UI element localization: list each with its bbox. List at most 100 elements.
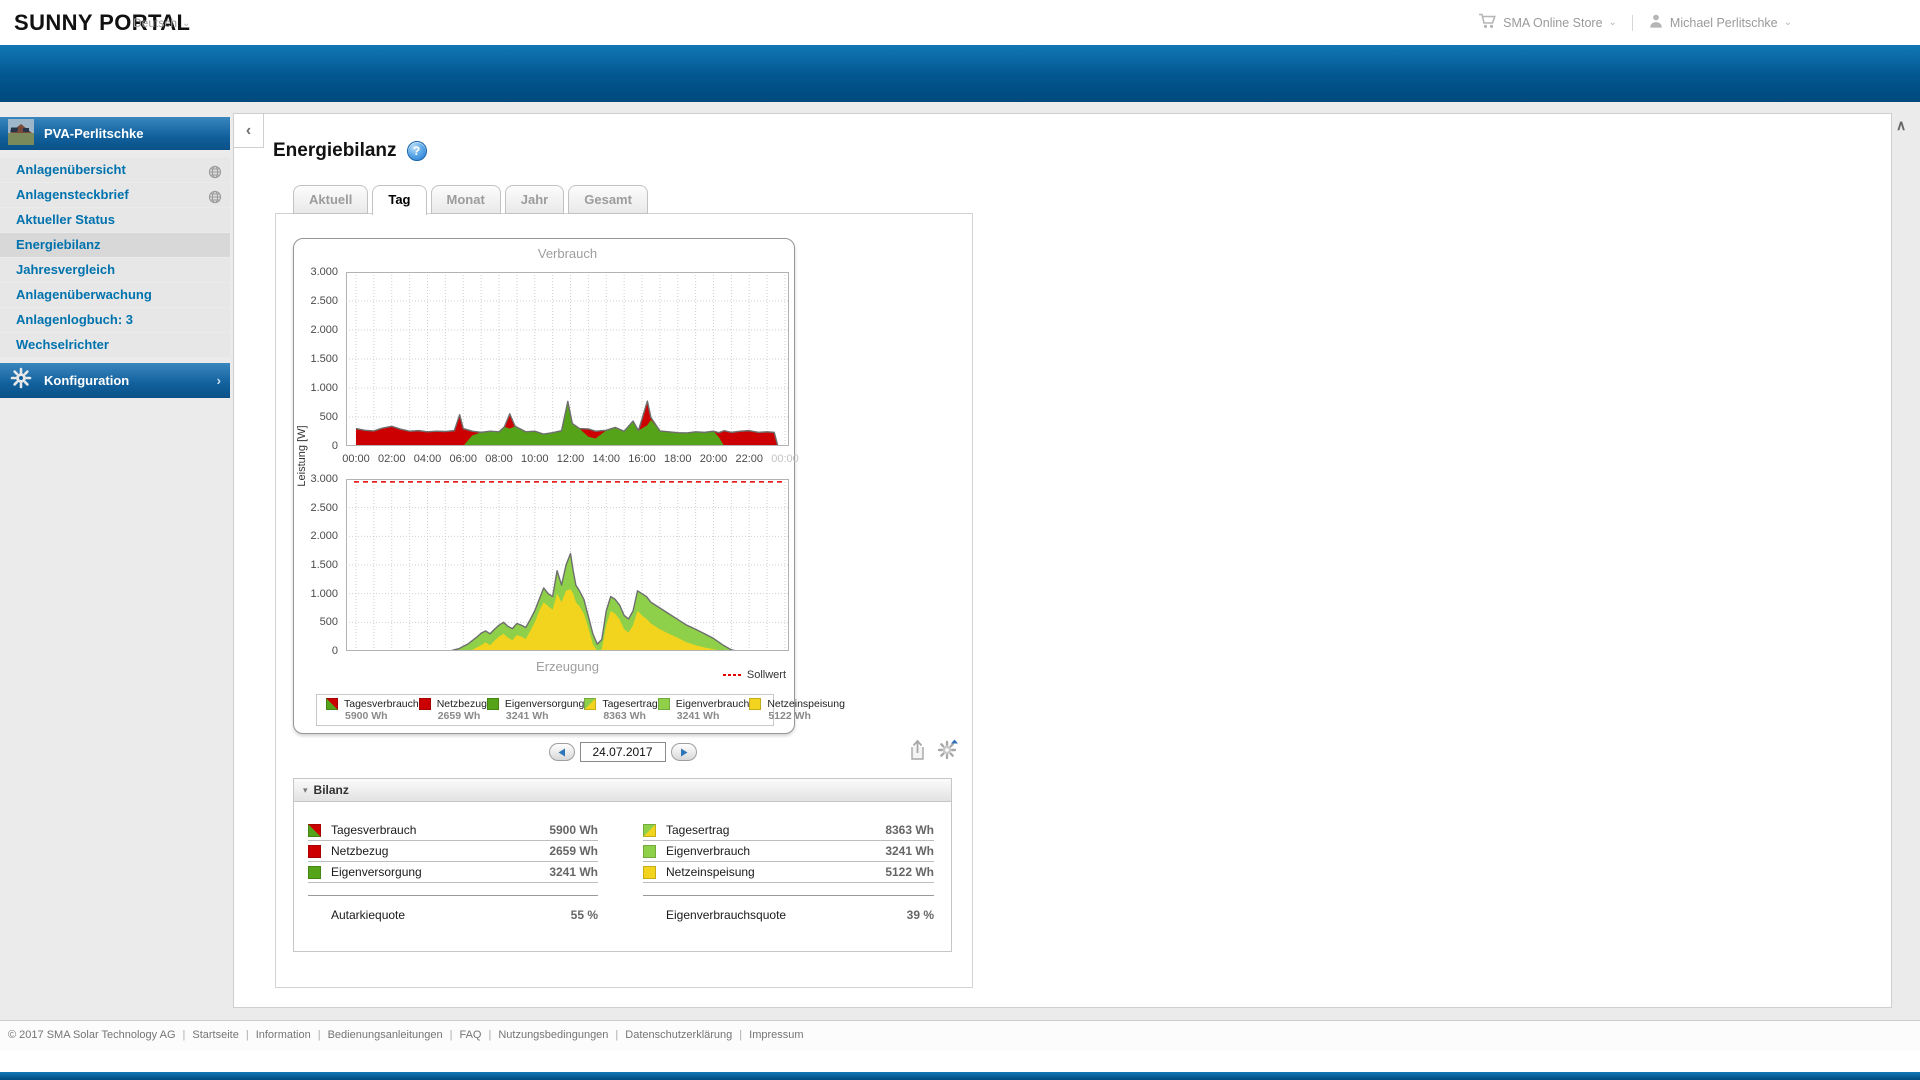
konfiguration-label: Konfiguration	[44, 373, 130, 388]
tab-aktuell[interactable]: Aktuell	[293, 185, 369, 214]
y-tick-label: 2.000	[310, 530, 338, 543]
x-tick-label: 18:00	[663, 453, 692, 465]
export-icon[interactable]	[908, 739, 928, 766]
x-tick-label: 22:00	[735, 453, 764, 465]
chevron-right-icon: ›	[216, 373, 221, 388]
y-tick-label: 500	[319, 616, 338, 629]
page-header: Energiebilanz ?	[273, 140, 427, 162]
blue-banner	[0, 45, 1920, 102]
sidebar-item-aktueller-status[interactable]: Aktueller Status	[0, 208, 230, 232]
sidebar-item-konfiguration[interactable]: Konfiguration ›	[0, 363, 230, 398]
x-tick-label: 02:00	[377, 453, 406, 465]
chart-tools	[908, 739, 959, 766]
triangle-right-icon	[680, 748, 687, 756]
footer-link-impressum[interactable]: Impressum	[749, 1029, 803, 1041]
footer-link-bedienungsanleitungen[interactable]: Bedienungsanleitungen	[328, 1029, 443, 1041]
y-tick-label: 2.000	[310, 324, 338, 336]
tab-gesamt[interactable]: Gesamt	[568, 185, 648, 214]
bilanz-row-value: 2659 Wh	[549, 844, 598, 858]
legend-entry: Eigenversorgung 3241 Wh	[486, 698, 585, 722]
triangle-left-icon	[558, 748, 565, 756]
chevron-down-icon: ⌄	[1783, 17, 1792, 28]
bilanz-swatch-split-red-green	[308, 823, 321, 837]
sidebar-item-label: Jahresvergleich	[16, 262, 116, 277]
legend-value: 3241 Wh	[676, 710, 720, 722]
bilanz-title: Bilanz	[313, 783, 349, 797]
y-tick-label: 3.000	[310, 266, 338, 278]
bilanz-row: Eigenverbrauch 3241 Wh	[643, 841, 934, 862]
sidebar-item-wechselrichter[interactable]: Wechselrichter	[0, 333, 230, 357]
bilanz-quote-label: Eigenverbrauchsquote	[666, 908, 787, 922]
bilanz-row-label: Eigenversorgung	[331, 865, 422, 879]
footer-separator: |	[317, 1029, 321, 1041]
chart-settings-gear-icon[interactable]	[937, 739, 959, 766]
footer: © 2017 SMA Solar Technology AG | Startseit…	[0, 1020, 1920, 1050]
x-tick-label: 16:00	[628, 453, 656, 465]
chevron-down-icon: ⌄	[182, 17, 191, 29]
legend-label: Netzeinspeisung	[767, 698, 845, 710]
plant-thumbnail	[8, 119, 34, 148]
user-menu[interactable]: Michael Perlitschke ⌄	[1648, 13, 1792, 32]
bilanz-row-label: Netzeinspeisung	[666, 865, 755, 879]
next-day-button[interactable]	[670, 743, 697, 761]
bilanz-quote-value: 39 %	[906, 908, 934, 922]
bilanz-quote-row: Eigenverbrauchsquote 39 %	[643, 896, 934, 934]
previous-day-button[interactable]	[548, 743, 575, 761]
legend-entry-top: Tagesertrag	[584, 698, 658, 710]
x-tick-label: 20:00	[699, 453, 728, 465]
consumption-chart	[346, 272, 789, 451]
footer-link-datenschutzerkl-rung[interactable]: Datenschutzerklärung	[625, 1029, 732, 1041]
energy-chart-box: Verbrauch Erzeugung Leistung [W] Sollwer…	[293, 238, 845, 734]
x-tick-label: 12:00	[556, 453, 585, 465]
footer-link-nutzungsbedingungen[interactable]: Nutzungsbedingungen	[498, 1029, 608, 1041]
footer-link-information[interactable]: Information	[256, 1029, 311, 1041]
sidebar-item-anlagen-berwachung[interactable]: Anlagenüberwachung	[0, 283, 230, 307]
sidebar-item-anlagen-bersicht[interactable]: Anlagenübersicht	[0, 158, 230, 182]
sollwert-legend: Sollwert	[722, 669, 786, 681]
bottom-blue-bar	[0, 1072, 1920, 1080]
footer-link-faq[interactable]: FAQ	[459, 1029, 481, 1041]
plant-name-label: PVA-Perlitschke	[44, 126, 144, 141]
sidebar-item-jahresvergleich[interactable]: Jahresvergleich	[0, 258, 230, 282]
collapse-sidebar-button[interactable]: ‹	[233, 113, 264, 148]
legend-swatch-split-lightgreen-yellow	[584, 698, 597, 710]
language-selector[interactable]: Deutsch ⌄	[133, 16, 190, 30]
bilanz-swatch-green	[308, 865, 321, 879]
bilanz-header[interactable]: ▾ Bilanz	[294, 779, 951, 802]
sidebar-plant-header[interactable]: PVA-Perlitschke	[0, 117, 230, 150]
sidebar-item-anlagensteckbrief[interactable]: Anlagensteckbrief	[0, 183, 230, 207]
bilanz-swatch-red	[308, 844, 321, 858]
page-title: Energiebilanz	[273, 140, 397, 161]
sidebar-item-label: Energiebilanz	[16, 237, 101, 252]
legend-entry-top: Eigenverbrauch	[657, 698, 749, 710]
y-tick-label: 1.000	[310, 587, 338, 600]
sidebar-item-anlagenlogbuch-3[interactable]: Anlagenlogbuch: 3	[0, 308, 230, 332]
legend-entry: Netzeinspeisung 5122 Wh	[749, 698, 845, 722]
y-tick-label: 1.500	[310, 353, 338, 365]
legend-swatch-red	[418, 698, 431, 710]
date-input[interactable]	[579, 742, 666, 762]
sidebar-item-energiebilanz[interactable]: Energiebilanz	[0, 233, 230, 257]
footer-link-startseite[interactable]: Startseite	[192, 1029, 238, 1041]
tab-monat[interactable]: Monat	[430, 185, 501, 214]
tab-jahr[interactable]: Jahr	[504, 185, 565, 214]
legend-entry-top: Tagesverbrauch	[326, 698, 419, 710]
tab-tag[interactable]: Tag	[372, 185, 427, 215]
legend-entry-top: Netzeinspeisung	[749, 698, 845, 710]
help-icon[interactable]: ?	[406, 141, 427, 161]
y-tick-label: 0	[331, 440, 338, 452]
sidebar-item-label: Anlagenüberwachung	[16, 287, 152, 302]
legend-swatch-green	[486, 698, 499, 710]
sidebar-item-label: Anlagenlogbuch: 3	[16, 312, 133, 327]
language-label: Deutsch	[133, 16, 178, 30]
online-store-label: SMA Online Store	[1503, 15, 1603, 30]
x-tick-label: 00:00	[771, 453, 799, 465]
bilanz-panel: ▾ Bilanz Tagesverbrauch 5900 Wh Netzbezug 2…	[293, 778, 952, 952]
legend-label: Eigenversorgung	[504, 698, 585, 710]
scroll-top-button[interactable]: ∧	[1896, 117, 1906, 134]
legend-swatch-yellow	[749, 698, 762, 710]
online-store-menu[interactable]: SMA Online Store ⌄	[1478, 13, 1617, 32]
bilanz-column-right: Tagesertrag 8363 Wh Eigenverbrauch 3241 Wh N…	[643, 820, 934, 934]
cart-icon	[1478, 13, 1497, 32]
bilanz-row-label: Tagesverbrauch	[331, 823, 417, 837]
